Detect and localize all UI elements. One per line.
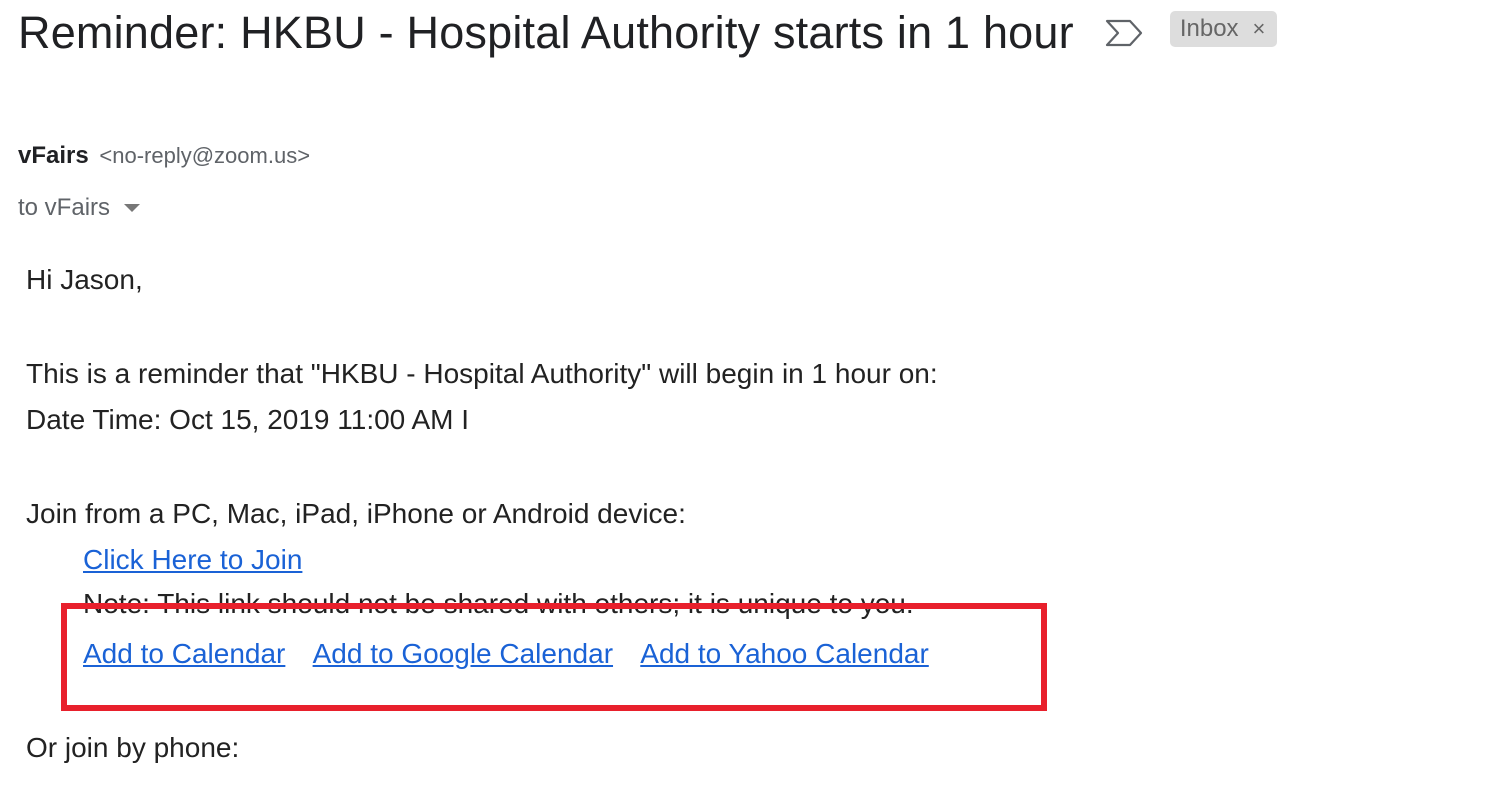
add-to-calendar-link[interactable]: Add to Calendar (83, 638, 285, 669)
recipient-row: to vFairs (18, 194, 141, 222)
join-instruction-text: Join from a PC, Mac, iPad, iPhone or And… (26, 498, 686, 529)
date-time-text: Date Time: Oct 15, 2019 11:00 AM I (26, 404, 470, 435)
dropdown-caret-icon[interactable] (124, 204, 141, 212)
inbox-label-text: Inbox (1179, 15, 1239, 42)
email-subject: Reminder: HKBU - Hospital Authority star… (18, 7, 1074, 58)
add-to-google-calendar-link[interactable]: Add to Google Calendar (313, 638, 613, 669)
importance-marker-icon[interactable] (1104, 18, 1144, 48)
sender-info: vFairs <no-reply@zoom.us> (18, 142, 310, 170)
email-subject-row: Reminder: HKBU - Hospital Authority star… (18, 4, 1278, 62)
sender-email: <no-reply@zoom.us> (99, 143, 311, 168)
phone-intro-text: Or join by phone: (26, 732, 240, 763)
sender-name[interactable]: vFairs (18, 142, 89, 169)
greeting-text: Hi Jason, (26, 264, 143, 295)
reminder-text: This is a reminder that "HKBU - Hospital… (26, 358, 938, 389)
inbox-label-chip[interactable]: Inbox × (1169, 11, 1278, 47)
add-to-yahoo-calendar-link[interactable]: Add to Yahoo Calendar (640, 638, 929, 669)
join-link-row: Click Here to Join (83, 544, 302, 576)
close-icon[interactable]: × (1253, 16, 1266, 42)
join-link[interactable]: Click Here to Join (83, 544, 302, 575)
calendar-links: Add to Calendar Add to Google Calendar A… (83, 638, 950, 670)
note-text: Note: This link should not be shared wit… (83, 588, 914, 619)
recipient-text: to vFairs (18, 194, 111, 221)
